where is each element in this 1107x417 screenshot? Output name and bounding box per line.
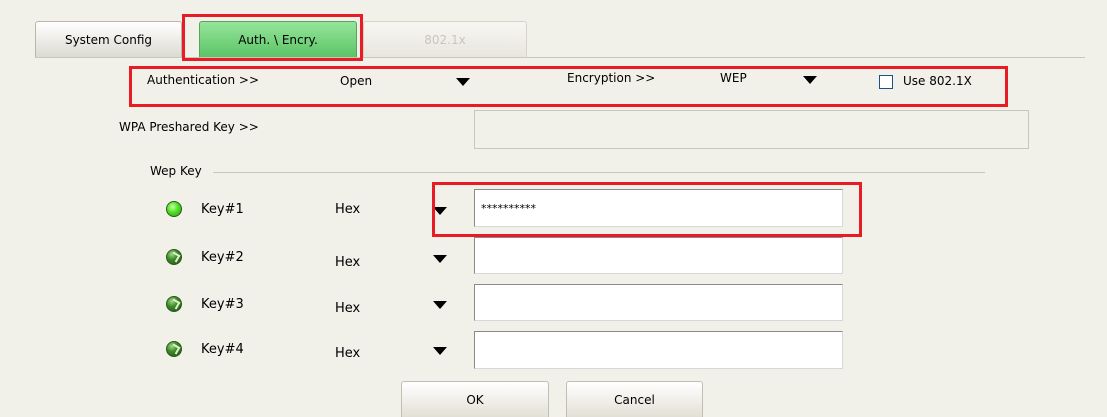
key2-format-dropdown-icon[interactable] xyxy=(433,255,447,263)
use-8021x-label: Use 802.1X xyxy=(903,74,972,88)
key3-label: Key#3 xyxy=(201,297,244,312)
key1-format-value[interactable]: Hex xyxy=(335,202,360,217)
tab-system-config[interactable]: System Config xyxy=(35,21,182,57)
key4-radio-icon[interactable] xyxy=(166,341,182,357)
key1-input[interactable] xyxy=(474,189,843,227)
cancel-button[interactable]: Cancel xyxy=(566,381,703,417)
tab-divider xyxy=(35,57,1085,58)
tab-8021x[interactable]: 802.1x xyxy=(363,21,527,57)
key3-format-value[interactable]: Hex xyxy=(335,301,360,316)
key2-input[interactable] xyxy=(474,237,843,274)
key1-label: Key#1 xyxy=(201,202,244,217)
wpa-preshared-key-field[interactable] xyxy=(474,110,1029,149)
key4-format-value[interactable]: Hex xyxy=(335,346,360,361)
key4-input[interactable] xyxy=(474,331,843,369)
tab-auth-encry[interactable]: Auth. \ Encry. xyxy=(199,21,357,57)
wpa-preshared-key-label: WPA Preshared Key >> xyxy=(119,120,259,134)
key1-format-dropdown-icon[interactable] xyxy=(433,207,447,215)
key2-label: Key#2 xyxy=(201,250,244,265)
key3-format-dropdown-icon[interactable] xyxy=(433,301,447,309)
ok-button[interactable]: OK xyxy=(401,381,549,417)
wep-key-group-label: Wep Key xyxy=(150,164,202,178)
encryption-value[interactable]: WEP xyxy=(720,71,747,85)
key1-radio-icon[interactable] xyxy=(166,201,182,217)
key3-radio-icon[interactable] xyxy=(166,296,182,312)
key3-input[interactable] xyxy=(474,284,843,321)
authentication-value[interactable]: Open xyxy=(340,74,372,88)
wep-key-group-line xyxy=(213,172,985,173)
key2-radio-icon[interactable] xyxy=(166,249,182,265)
encryption-dropdown-icon[interactable] xyxy=(803,76,817,84)
key4-label: Key#4 xyxy=(201,342,244,357)
key4-format-dropdown-icon[interactable] xyxy=(433,347,447,355)
key2-format-value[interactable]: Hex xyxy=(335,255,360,270)
authentication-dropdown-icon[interactable] xyxy=(456,78,470,86)
encryption-label: Encryption >> xyxy=(567,71,656,85)
authentication-label: Authentication >> xyxy=(147,73,260,87)
use-8021x-checkbox[interactable] xyxy=(879,75,893,89)
